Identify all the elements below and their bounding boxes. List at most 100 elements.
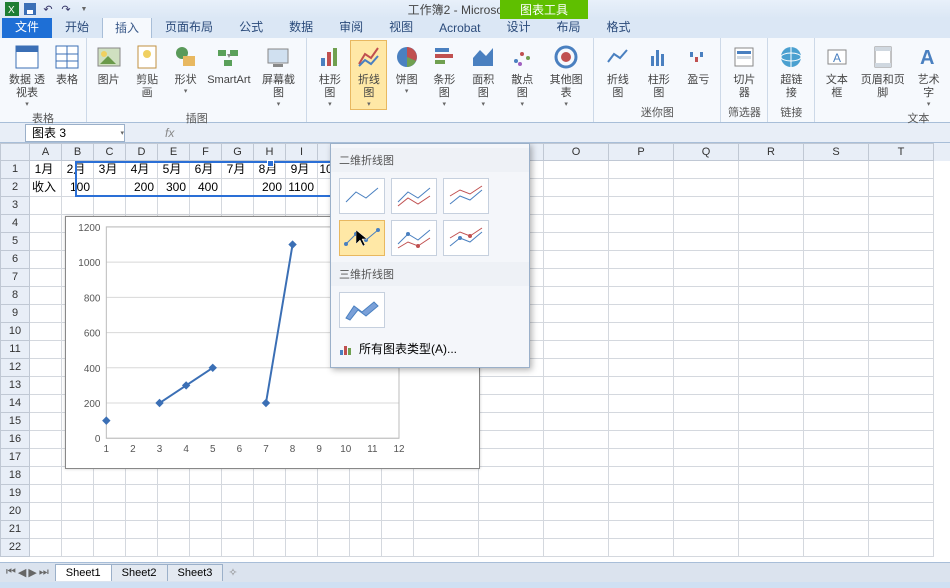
cell[interactable] bbox=[479, 503, 544, 521]
cell[interactable]: 6月 bbox=[190, 161, 222, 179]
sheet-tab-2[interactable]: Sheet2 bbox=[111, 564, 168, 581]
cell[interactable] bbox=[674, 269, 739, 287]
cell[interactable] bbox=[869, 413, 934, 431]
cell[interactable] bbox=[414, 485, 479, 503]
cell[interactable] bbox=[804, 161, 869, 179]
cell[interactable] bbox=[126, 197, 158, 215]
cell[interactable] bbox=[544, 377, 609, 395]
cell[interactable] bbox=[254, 521, 286, 539]
cell[interactable]: 100 bbox=[62, 179, 94, 197]
column-header[interactable]: I bbox=[286, 143, 318, 161]
cell[interactable] bbox=[414, 521, 479, 539]
cell[interactable] bbox=[609, 449, 674, 467]
sheet-nav-next-icon[interactable]: ▶ bbox=[28, 566, 36, 579]
cell[interactable]: 1100 bbox=[286, 179, 318, 197]
column-header[interactable]: R bbox=[739, 143, 804, 161]
cell[interactable]: 2月 bbox=[62, 161, 94, 179]
cell[interactable] bbox=[869, 179, 934, 197]
cell[interactable] bbox=[609, 485, 674, 503]
line-chart-button[interactable]: 折线图▾ bbox=[350, 40, 387, 110]
tab-review[interactable]: 审阅 bbox=[326, 15, 376, 38]
sheet-tab-3[interactable]: Sheet3 bbox=[167, 564, 224, 581]
cell[interactable] bbox=[674, 395, 739, 413]
column-header[interactable]: B bbox=[62, 143, 94, 161]
row-header[interactable]: 1 bbox=[0, 161, 30, 179]
cell[interactable] bbox=[804, 323, 869, 341]
cell[interactable] bbox=[609, 197, 674, 215]
cell[interactable] bbox=[158, 485, 190, 503]
cell[interactable] bbox=[30, 449, 62, 467]
cell[interactable] bbox=[609, 377, 674, 395]
cell[interactable] bbox=[30, 539, 62, 557]
cell[interactable] bbox=[609, 395, 674, 413]
picture-button[interactable]: 图片 bbox=[91, 40, 126, 89]
smartart-button[interactable]: SmartArt bbox=[205, 40, 252, 89]
cell[interactable] bbox=[62, 503, 94, 521]
cell[interactable] bbox=[62, 521, 94, 539]
cell[interactable]: 4月 bbox=[126, 161, 158, 179]
save-icon[interactable] bbox=[22, 1, 38, 17]
cell[interactable] bbox=[94, 521, 126, 539]
column-header[interactable]: O bbox=[544, 143, 609, 161]
cell[interactable] bbox=[544, 485, 609, 503]
cell[interactable] bbox=[674, 341, 739, 359]
cell[interactable] bbox=[869, 287, 934, 305]
cell[interactable] bbox=[609, 359, 674, 377]
cell[interactable]: 400 bbox=[190, 179, 222, 197]
cell[interactable] bbox=[350, 467, 382, 485]
tab-home[interactable]: 开始 bbox=[52, 15, 102, 38]
scatter-chart-button[interactable]: 散点图▾ bbox=[504, 40, 541, 110]
cell[interactable] bbox=[479, 467, 544, 485]
cell[interactable] bbox=[544, 251, 609, 269]
line-type-3[interactable] bbox=[443, 178, 489, 214]
cell[interactable] bbox=[479, 395, 544, 413]
cell[interactable] bbox=[674, 449, 739, 467]
cell[interactable] bbox=[739, 197, 804, 215]
cell[interactable] bbox=[869, 449, 934, 467]
cell[interactable] bbox=[544, 197, 609, 215]
cell[interactable] bbox=[609, 305, 674, 323]
row-header[interactable]: 4 bbox=[0, 215, 30, 233]
cell[interactable] bbox=[869, 197, 934, 215]
cell[interactable] bbox=[804, 287, 869, 305]
cell[interactable] bbox=[30, 197, 62, 215]
cell[interactable] bbox=[674, 539, 739, 557]
cell[interactable] bbox=[126, 467, 158, 485]
cell[interactable] bbox=[30, 251, 62, 269]
cell[interactable] bbox=[804, 395, 869, 413]
cell[interactable] bbox=[739, 305, 804, 323]
cell[interactable] bbox=[479, 521, 544, 539]
cell[interactable] bbox=[739, 377, 804, 395]
tab-view[interactable]: 视图 bbox=[376, 15, 426, 38]
row-header[interactable]: 16 bbox=[0, 431, 30, 449]
cell[interactable] bbox=[869, 251, 934, 269]
cell[interactable] bbox=[609, 251, 674, 269]
cell[interactable] bbox=[382, 521, 414, 539]
cell[interactable]: 200 bbox=[126, 179, 158, 197]
cell[interactable] bbox=[62, 197, 94, 215]
cell[interactable] bbox=[804, 467, 869, 485]
cell[interactable] bbox=[318, 503, 350, 521]
row-header[interactable]: 2 bbox=[0, 179, 30, 197]
cell[interactable] bbox=[804, 269, 869, 287]
row-header[interactable]: 7 bbox=[0, 269, 30, 287]
cell[interactable] bbox=[739, 215, 804, 233]
cell[interactable] bbox=[286, 467, 318, 485]
cell[interactable] bbox=[544, 233, 609, 251]
hyperlink-button[interactable]: 超链接 bbox=[772, 40, 810, 102]
cell[interactable] bbox=[804, 449, 869, 467]
cell[interactable] bbox=[674, 161, 739, 179]
cell[interactable] bbox=[869, 233, 934, 251]
cell[interactable]: 9月 bbox=[286, 161, 318, 179]
cell[interactable] bbox=[674, 323, 739, 341]
cell[interactable] bbox=[609, 413, 674, 431]
cell[interactable] bbox=[739, 503, 804, 521]
cell[interactable] bbox=[222, 539, 254, 557]
cell[interactable] bbox=[674, 467, 739, 485]
cell[interactable] bbox=[804, 179, 869, 197]
cell[interactable] bbox=[286, 485, 318, 503]
cell[interactable] bbox=[609, 161, 674, 179]
cell[interactable] bbox=[739, 449, 804, 467]
tab-page-layout[interactable]: 页面布局 bbox=[152, 15, 226, 38]
cell[interactable] bbox=[286, 197, 318, 215]
